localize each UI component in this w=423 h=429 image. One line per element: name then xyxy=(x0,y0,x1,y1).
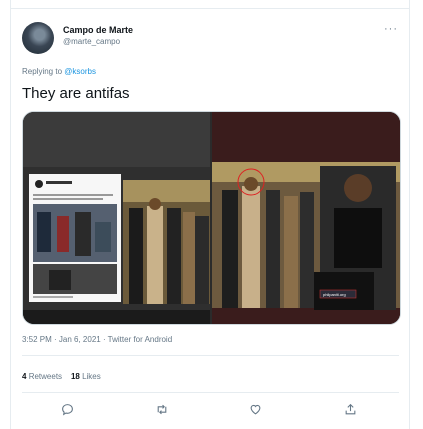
replying-to: Replying to @ksorbs xyxy=(22,67,96,76)
like-button[interactable] xyxy=(245,399,265,419)
replying-to-link[interactable]: @ksorbs xyxy=(64,67,96,76)
author-name[interactable]: Campo de Marte xyxy=(63,25,133,35)
retweets-stat[interactable]: 4 Retweets xyxy=(22,372,62,381)
inset-caption: philpaniti.org xyxy=(323,292,346,297)
author-handle[interactable]: @marte_campo xyxy=(63,37,120,46)
media-image-right[interactable]: philpaniti.org xyxy=(212,112,400,324)
share-button[interactable] xyxy=(340,399,360,419)
engagement-stats: 4 Retweets 18 Likes xyxy=(22,372,101,381)
reply-button[interactable] xyxy=(57,399,77,419)
media-right-photo: philpaniti.org xyxy=(212,112,400,324)
like-icon xyxy=(250,404,260,414)
retweet-icon xyxy=(157,404,167,414)
reply-icon xyxy=(61,403,73,415)
tweet-media[interactable]: philpaniti.org xyxy=(22,111,401,325)
retweets-label: Retweets xyxy=(28,372,63,381)
avatar[interactable] xyxy=(22,22,54,54)
likes-count: 18 xyxy=(70,372,80,381)
likes-stat[interactable]: 18 Likes xyxy=(71,372,101,381)
tweet-text: They are antifas xyxy=(22,85,130,102)
tweet-card: Campo de Marte @marte_campo ··· Replying… xyxy=(10,0,410,429)
replying-prefix: Replying to xyxy=(22,67,63,76)
media-image-left[interactable] xyxy=(23,112,210,324)
more-options-icon[interactable]: ··· xyxy=(384,23,398,35)
retweet-button[interactable] xyxy=(152,399,172,419)
likes-label: Likes xyxy=(82,372,101,381)
divider xyxy=(22,355,399,356)
top-divider xyxy=(11,0,409,9)
media-left-photo xyxy=(23,112,210,324)
retweets-count: 4 xyxy=(22,372,27,381)
divider xyxy=(22,392,399,393)
share-icon xyxy=(345,403,355,414)
tweet-timestamp[interactable]: 3:52 PM · Jan 6, 2021 · Twitter for Andr… xyxy=(22,335,172,344)
